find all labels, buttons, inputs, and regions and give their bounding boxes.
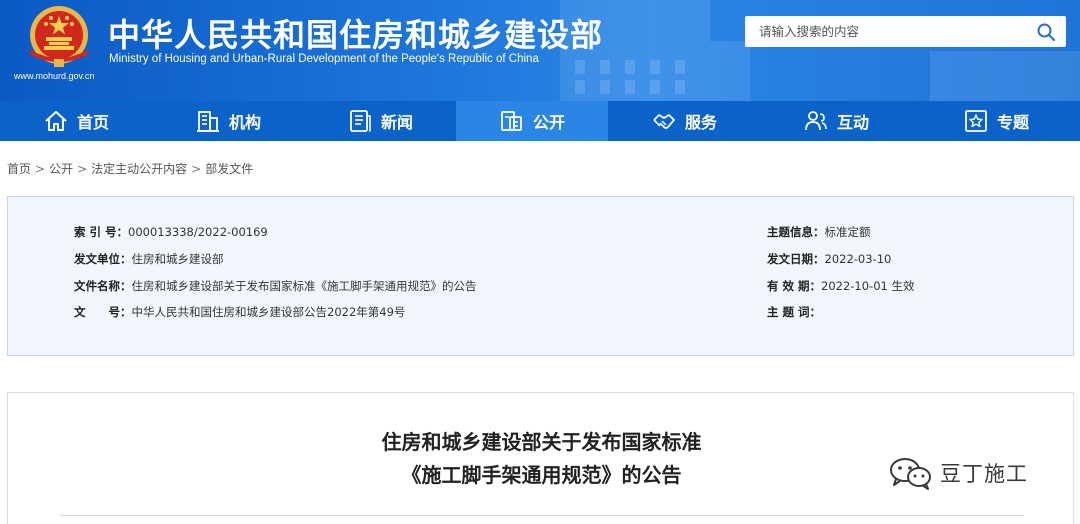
breadcrumb-public[interactable]: 公开 (49, 162, 73, 176)
main-nav: 首页 机构 新闻 公开 服务 互动 专题 (0, 101, 1080, 141)
national-emblem-logo (29, 6, 89, 67)
info-label: 主 题 词： (767, 305, 822, 319)
watermark: 豆丁施工 (888, 456, 1028, 490)
info-value: 标准定额 (824, 225, 871, 239)
divider (60, 515, 1024, 516)
info-label: 文 号： (74, 305, 132, 319)
nav-item-organization[interactable]: 机构 (152, 101, 304, 141)
handshake-icon (653, 114, 675, 129)
nav-item-label: 服务 (684, 113, 717, 132)
info-label: 文件名称： (74, 279, 132, 293)
nav-item-public[interactable]: 公开 (456, 101, 608, 141)
article-title-line: 住房和城乡建设部关于发布国家标准 (381, 430, 702, 454)
info-value: 中华人民共和国住房和城乡建设部公告2022年第49号 (131, 305, 406, 319)
site-title: 中华人民共和国住房和城乡建设部 (108, 16, 604, 54)
site-url: www.mohurd.gov.cn (14, 71, 95, 81)
nav-item-interaction[interactable]: 互动 (760, 101, 912, 141)
search-input[interactable] (745, 16, 1025, 47)
document-icon (501, 111, 522, 131)
nav-item-news[interactable]: 新闻 (304, 101, 456, 141)
breadcrumb: 首页 > 公开 > 法定主动公开内容 > 部发文件 (7, 160, 253, 177)
wechat-icon (890, 458, 931, 490)
info-label: 发文日期： (767, 252, 825, 266)
nav-item-label: 新闻 (380, 113, 413, 132)
breadcrumb-separator: > (191, 162, 202, 176)
document-info-panel: 索 引 号：000013338/2022-00169 发文单位：住房和城乡建设部… (7, 196, 1074, 356)
nav-item-label: 专题 (996, 113, 1029, 132)
nav-item-label: 首页 (76, 113, 109, 132)
info-value: 2022-10-01 生效 (821, 279, 915, 293)
site-title-english: Ministry of Housing and Urban-Rural Deve… (109, 53, 539, 65)
breadcrumb-separator: > (35, 162, 46, 176)
info-label: 发文单位： (74, 252, 132, 266)
breadcrumb-statutory-content[interactable]: 法定主动公开内容 (91, 162, 187, 176)
header-building-decoration (710, 41, 750, 101)
info-document-name: 文件名称：住房和城乡建设部关于发布国家标准《施工脚手架通用规范》的公告 (74, 278, 477, 294)
info-topic: 主题信息：标准定额 (767, 224, 871, 240)
info-value: 住房和城乡建设部 (131, 252, 224, 266)
star-icon (965, 110, 987, 132)
site-header: www.mohurd.gov.cn 中华人民共和国住房和城乡建设部 Minist… (0, 0, 1080, 101)
info-document-number: 文 号：中华人民共和国住房和城乡建设部公告2022年第49号 (74, 304, 405, 320)
search-box (745, 16, 1066, 47)
info-label: 有 效 期： (767, 279, 822, 293)
nav-item-label: 机构 (228, 113, 261, 132)
nav-item-service[interactable]: 服务 (608, 101, 760, 141)
info-label: 主题信息： (767, 225, 825, 239)
info-value: 住房和城乡建设部关于发布国家标准《施工脚手架通用规范》的公告 (131, 279, 477, 293)
nav-item-home[interactable]: 首页 (0, 101, 152, 141)
people-icon (805, 111, 827, 131)
info-validity: 有 效 期：2022-10-01 生效 (767, 278, 915, 294)
info-keywords: 主 题 词： (767, 304, 821, 320)
breadcrumb-home[interactable]: 首页 (7, 162, 31, 176)
home-icon (45, 111, 67, 131)
search-icon[interactable] (1036, 22, 1056, 42)
nav-item-special-topics[interactable]: 专题 (912, 101, 1080, 141)
nav-item-label: 互动 (836, 113, 869, 132)
building-icon (196, 111, 219, 132)
info-value: 000013338/2022-00169 (128, 225, 268, 239)
breadcrumb-ministry-documents[interactable]: 部发文件 (205, 162, 253, 176)
info-issue-date: 发文日期：2022-03-10 (767, 251, 891, 267)
info-issuer: 发文单位：住房和城乡建设部 (74, 251, 224, 267)
newspaper-icon (350, 110, 371, 132)
nav-item-label: 公开 (532, 113, 565, 132)
header-building-decoration (930, 51, 1080, 101)
info-value: 2022-03-10 (824, 252, 892, 266)
info-index-number: 索 引 号：000013338/2022-00169 (74, 224, 268, 240)
breadcrumb-separator: > (77, 162, 88, 176)
info-label: 索 引 号： (74, 225, 129, 239)
watermark-text: 豆丁施工 (940, 462, 1028, 486)
